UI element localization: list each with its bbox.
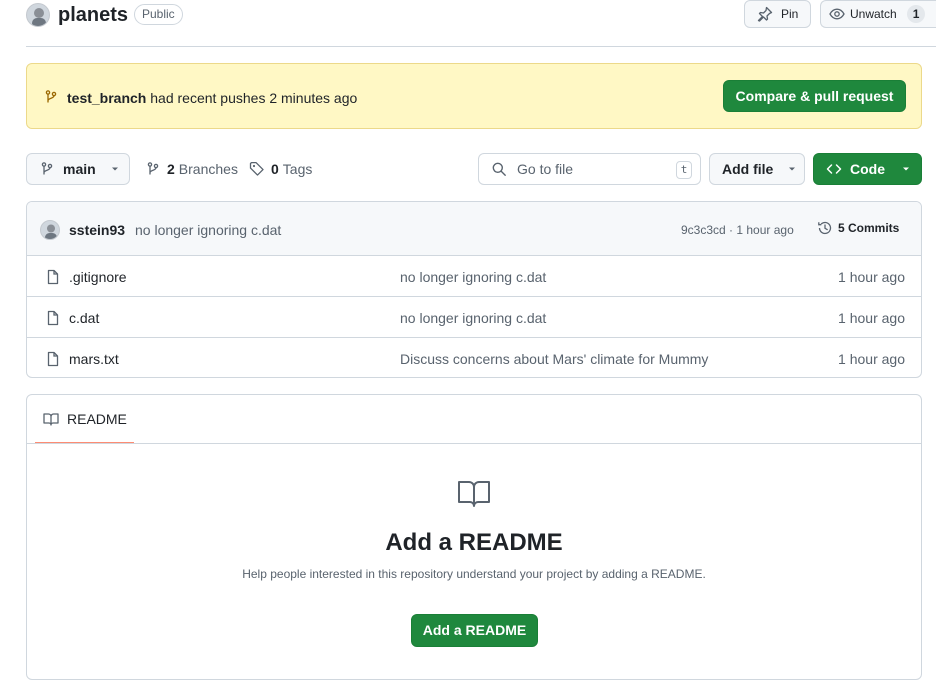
readme-title: Add a README	[385, 529, 563, 556]
pin-icon	[757, 6, 773, 22]
file-row[interactable]: mars.txt Discuss concerns about Mars' cl…	[27, 338, 921, 377]
file-commit-message[interactable]: no longer ignoring c.dat	[400, 310, 546, 326]
book-icon	[457, 478, 491, 508]
code-label: Code	[850, 161, 885, 177]
file-time: 1 hour ago	[838, 269, 905, 285]
caret-down-icon	[901, 164, 911, 174]
file-name[interactable]: .gitignore	[69, 269, 127, 285]
tags-count: 0	[271, 161, 279, 177]
git-branch-icon	[43, 89, 59, 105]
avatar[interactable]	[40, 220, 60, 240]
add-readme-button[interactable]: Add a README	[411, 614, 538, 647]
pin-label: Pin	[781, 7, 799, 21]
caret-down-icon	[787, 164, 797, 174]
branches-link[interactable]: 2 Branches	[145, 161, 238, 177]
keyboard-shortcut-hint: t	[676, 161, 692, 179]
repo-name[interactable]: planets	[58, 3, 128, 27]
caret-down-icon	[110, 164, 120, 174]
file-row[interactable]: .gitignore no longer ignoring c.dat 1 ho…	[27, 256, 921, 297]
add-file-label: Add file	[722, 161, 774, 177]
unwatch-button[interactable]: Unwatch 1	[820, 0, 936, 28]
file-time: 1 hour ago	[838, 351, 905, 367]
branches-count: 2	[167, 161, 175, 177]
latest-commit-row: sstein93 no longer ignoring c.dat 9c3c3c…	[27, 202, 921, 256]
commits-link[interactable]: 5 Commits	[817, 220, 899, 236]
readme-divider	[27, 443, 921, 444]
file-name[interactable]: mars.txt	[69, 351, 119, 367]
unwatch-label: Unwatch	[850, 7, 897, 21]
banner-message: had recent pushes 2 minutes ago	[150, 90, 358, 106]
add-file-button[interactable]: Add file	[709, 153, 805, 185]
banner-branch-name[interactable]: test_branch	[67, 90, 146, 106]
file-icon	[45, 310, 61, 326]
search-icon	[491, 161, 507, 177]
owner-avatar[interactable]	[26, 3, 50, 27]
readme-tab-label: README	[67, 410, 127, 427]
file-row[interactable]: c.dat no longer ignoring c.dat 1 hour ag…	[27, 297, 921, 338]
branches-label: Branches	[178, 161, 238, 177]
tags-label: Tags	[282, 161, 313, 177]
compare-pull-request-button[interactable]: Compare & pull request	[723, 80, 906, 112]
file-name[interactable]: c.dat	[69, 310, 99, 326]
go-to-file-input[interactable]: Go to file t	[478, 153, 701, 185]
commit-meta[interactable]: 9c3c3cd · 1 hour ago	[681, 222, 794, 238]
book-icon	[43, 411, 59, 427]
commit-author[interactable]: sstein93	[69, 222, 125, 238]
commit-message[interactable]: no longer ignoring c.dat	[135, 222, 281, 238]
watch-count: 1	[906, 5, 926, 23]
readme-section: README Add a README Help people interest…	[26, 394, 922, 680]
file-icon	[45, 351, 61, 367]
repo-header: planets Public Pin Unwatch 1	[26, 0, 936, 32]
git-branch-icon	[39, 161, 55, 177]
branch-selector[interactable]: main	[26, 153, 130, 185]
visibility-badge: Public	[134, 4, 183, 25]
git-branch-icon	[145, 161, 161, 177]
code-button[interactable]: Code	[813, 153, 922, 185]
history-icon	[817, 220, 833, 236]
tags-link[interactable]: 0 Tags	[249, 161, 312, 177]
go-to-file-placeholder: Go to file	[517, 161, 574, 177]
recent-pushes-banner: test_branch had recent pushes 2 minutes …	[26, 63, 922, 129]
file-icon	[45, 269, 61, 285]
eye-icon	[829, 6, 845, 22]
tag-icon	[249, 161, 265, 177]
pin-button[interactable]: Pin	[744, 0, 811, 28]
file-commit-message[interactable]: Discuss concerns about Mars' climate for…	[400, 351, 708, 367]
code-icon	[826, 161, 842, 177]
file-commit-message[interactable]: no longer ignoring c.dat	[400, 269, 546, 285]
commits-label: 5 Commits	[838, 221, 900, 235]
file-table: sstein93 no longer ignoring c.dat 9c3c3c…	[26, 201, 922, 378]
readme-subtitle: Help people interested in this repositor…	[242, 567, 706, 581]
file-time: 1 hour ago	[838, 310, 905, 326]
branch-label: main	[63, 161, 96, 177]
banner-text: test_branch had recent pushes 2 minutes …	[67, 89, 357, 107]
tab-readme[interactable]: README	[35, 395, 134, 444]
header-divider	[26, 46, 936, 47]
